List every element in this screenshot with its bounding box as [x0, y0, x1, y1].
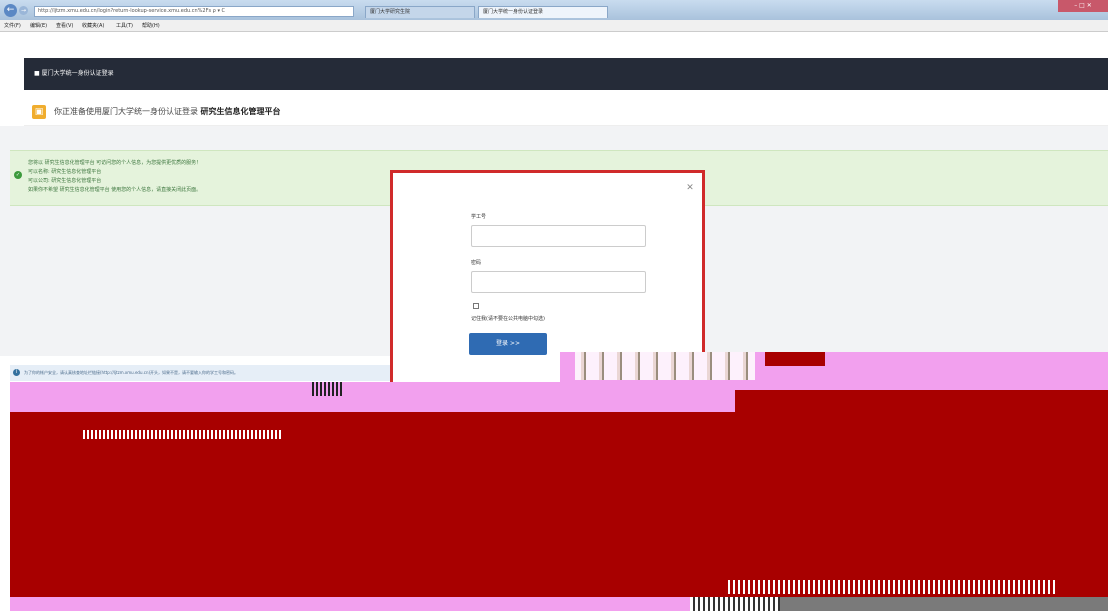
page-header: ■ 厦门大学统一身份认证登录: [24, 58, 1108, 90]
glitch-red-block: [765, 352, 825, 366]
back-arrow-icon[interactable]: ←: [4, 4, 17, 17]
address-bar[interactable]: http://ljtzm.xmu.edu.cn/login?return-loo…: [34, 6, 354, 17]
username-input[interactable]: [471, 225, 646, 247]
security-info-bar: i 为了你的帐户安全，请认真核查地址栏链接(http://ljtzm.xmu.e…: [10, 365, 390, 381]
platform-name: 研究生信息化管理平台: [200, 107, 281, 116]
menu-edit[interactable]: 编辑(E): [30, 21, 47, 31]
consent-line: 您将以 研究生信息化管理平台 可访问您的个人信息，为您提供更优质的服务！: [28, 160, 202, 166]
window-controls[interactable]: – □ ✕: [1058, 0, 1108, 12]
login-button[interactable]: 登录 >>: [469, 333, 547, 355]
close-icon[interactable]: ✕: [685, 183, 695, 193]
security-info-text: 为了你的帐户安全，请认真核查地址栏链接(http://ljtzm.xmu.edu…: [24, 370, 239, 375]
glitch-noise-block: [575, 352, 755, 380]
menu-help[interactable]: 帮助(H): [142, 21, 160, 31]
glitch-pink-band: [10, 382, 1108, 390]
consent-line: 如果你不希望 研究生信息化管理平台 使用您的个人信息，请直接关闭此页面。: [28, 187, 202, 193]
menu-view[interactable]: 查看(V): [56, 21, 73, 31]
username-label: 学工号: [471, 214, 487, 220]
notice-text: 你正准备使用厦门大学统一身份认证登录 研究生信息化管理平台: [54, 107, 281, 116]
browser-tab-login[interactable]: 厦门大学统一身份认证登录: [478, 6, 608, 18]
menu-bar: 文件(F) 编辑(E) 查看(V) 收藏夹(A) 工具(T) 帮助(H): [0, 20, 1108, 32]
consent-line: 可以公司: 研究生信息化管理平台: [28, 178, 102, 184]
login-notice: ▣ 你正准备使用厦门大学统一身份认证登录 研究生信息化管理平台: [24, 100, 1108, 126]
glitch-gray-footer: [780, 597, 1108, 611]
glitch-red-main: [735, 390, 1108, 412]
glitch-artifact-text: [728, 580, 1058, 594]
consent-line: 可以名称: 研究生信息化管理平台: [28, 169, 102, 175]
remember-me-label: 记住我(请不要在公共电脑中勾选): [471, 316, 545, 322]
menu-tools[interactable]: 工具(T): [116, 21, 133, 31]
password-label: 密码: [471, 260, 482, 266]
glitch-pink-footer: [10, 597, 690, 611]
page-header-title: ■ 厦门大学统一身份认证登录: [34, 70, 114, 77]
lock-icon: ▣: [32, 105, 46, 119]
remember-me-checkbox[interactable]: [473, 303, 479, 309]
password-input[interactable]: [471, 271, 646, 293]
glitch-artifact-text: [312, 382, 342, 396]
menu-file[interactable]: 文件(F): [4, 21, 21, 31]
menu-favorites[interactable]: 收藏夹(A): [82, 21, 104, 31]
browser-tab-graduate-school[interactable]: 厦门大学研究生院: [365, 6, 475, 18]
info-icon: i: [13, 369, 20, 376]
glitch-red-main: [10, 412, 1108, 597]
forward-arrow-icon[interactable]: →: [19, 6, 28, 15]
glitch-noise-footer: [690, 597, 780, 611]
glitch-pink-band: [10, 390, 735, 412]
check-circle-icon: ✓: [14, 171, 22, 179]
glitch-artifact-text: [83, 430, 283, 439]
